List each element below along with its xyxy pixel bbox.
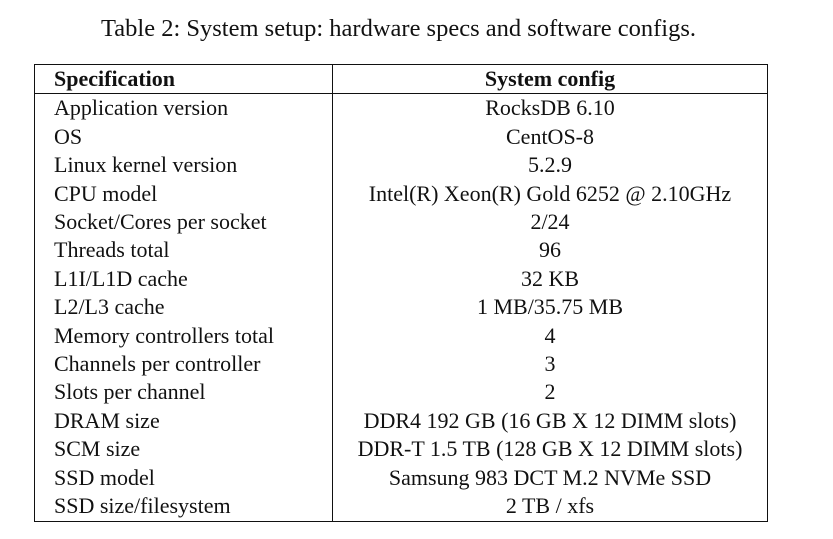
config-cell: 2 TB / xfs <box>332 492 768 522</box>
table-row: Application version RocksDB 6.10 <box>34 93 768 123</box>
config-cell: 32 KB <box>332 264 768 294</box>
config-cell: 3 <box>332 350 768 379</box>
spec-cell: Threads total <box>34 236 333 265</box>
config-cell: 96 <box>332 236 768 265</box>
table-row: Slots per channel 2 <box>34 378 768 407</box>
config-cell: 5.2.9 <box>332 151 768 180</box>
table-row: OS CentOS-8 <box>34 122 768 152</box>
spec-cell: Socket/Cores per socket <box>34 208 333 237</box>
spec-cell: Linux kernel version <box>34 151 333 180</box>
config-cell: 4 <box>332 321 768 351</box>
config-cell: 2/24 <box>332 208 768 237</box>
spec-cell: Memory controllers total <box>34 321 333 351</box>
system-setup-table: Specification System config Application … <box>34 63 768 522</box>
table-row: DRAM size DDR4 192 GB (16 GB X 12 DIMM s… <box>34 406 768 436</box>
table-row: Channels per controller 3 <box>34 350 768 379</box>
spec-cell: Application version <box>34 93 333 123</box>
header-system-config: System config <box>332 63 768 95</box>
spec-cell: L1I/L1D cache <box>34 264 333 294</box>
config-cell: 1 MB/35.75 MB <box>332 293 768 322</box>
spec-cell: DRAM size <box>34 406 333 436</box>
table-row: Memory controllers total 4 <box>34 321 768 351</box>
table-header-row: Specification System config <box>34 63 768 95</box>
config-cell: DDR4 192 GB (16 GB X 12 DIMM slots) <box>332 406 768 436</box>
config-cell: RocksDB 6.10 <box>332 93 768 123</box>
spec-cell: CPU model <box>34 179 333 209</box>
header-specification: Specification <box>34 63 333 95</box>
table-row: Socket/Cores per socket 2/24 <box>34 208 768 237</box>
table-row: L2/L3 cache 1 MB/35.75 MB <box>34 293 768 322</box>
config-cell: Samsung 983 DCT M.2 NVMe SSD <box>332 463 768 493</box>
table-row: SSD size/filesystem 2 TB / xfs <box>34 492 768 522</box>
config-cell: 2 <box>332 378 768 407</box>
table-row: SSD model Samsung 983 DCT M.2 NVMe SSD <box>34 463 768 493</box>
spec-cell: L2/L3 cache <box>34 293 333 322</box>
spec-cell: Slots per channel <box>34 378 333 407</box>
config-cell: Intel(R) Xeon(R) Gold 6252 @ 2.10GHz <box>332 179 768 209</box>
table-row: Threads total 96 <box>34 236 768 265</box>
table-row: L1I/L1D cache 32 KB <box>34 264 768 294</box>
table-row: CPU model Intel(R) Xeon(R) Gold 6252 @ 2… <box>34 179 768 209</box>
config-cell: DDR-T 1.5 TB (128 GB X 12 DIMM slots) <box>332 435 768 464</box>
table-row: Linux kernel version 5.2.9 <box>34 151 768 180</box>
config-cell: CentOS-8 <box>332 122 768 152</box>
spec-cell: OS <box>34 122 333 152</box>
spec-cell: SSD size/filesystem <box>34 492 333 522</box>
spec-cell: SSD model <box>34 463 333 493</box>
spec-cell: Channels per controller <box>34 350 333 379</box>
spec-cell: SCM size <box>34 435 333 464</box>
table-row: SCM size DDR-T 1.5 TB (128 GB X 12 DIMM … <box>34 435 768 464</box>
table-caption: Table 2: System setup: hardware specs an… <box>101 15 696 42</box>
